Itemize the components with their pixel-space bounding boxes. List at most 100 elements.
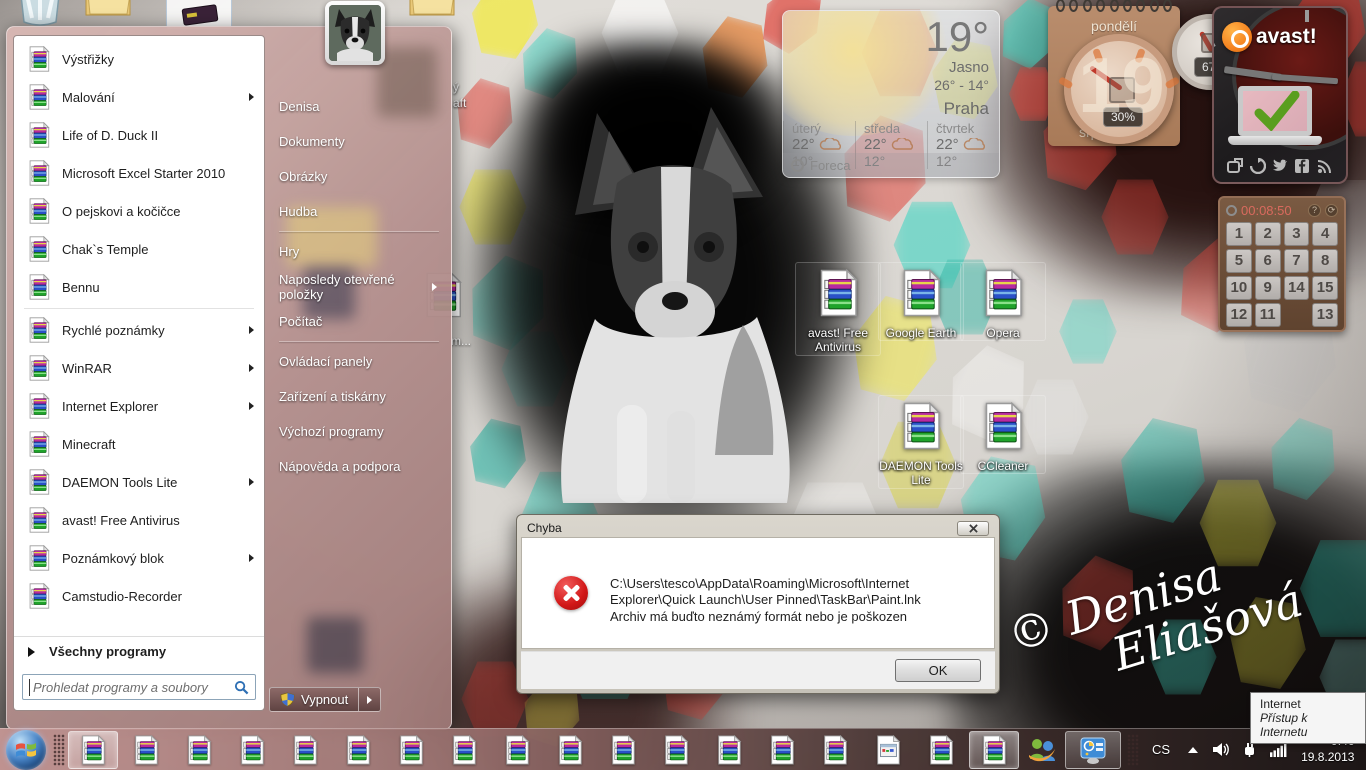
sync-icon[interactable]: [1249, 158, 1266, 174]
taskbar-button[interactable]: [492, 731, 542, 769]
twitter-icon[interactable]: [1272, 158, 1288, 174]
start-menu-item[interactable]: Výstřižky: [14, 40, 264, 78]
puzzle-timer: 00:08:50: [1241, 202, 1292, 218]
taskbar-button[interactable]: [386, 731, 436, 769]
puzzle-shuffle-button[interactable]: ⟳: [1325, 203, 1338, 217]
avast-gadget[interactable]: avast!: [1212, 6, 1348, 184]
taskbar-button[interactable]: [651, 731, 701, 769]
start-menu-item[interactable]: Camstudio-Recorder: [14, 577, 264, 615]
start-menu-item[interactable]: DAEMON Tools Lite: [14, 463, 264, 501]
start-menu-item[interactable]: Internet Explorer: [14, 387, 264, 425]
start-menu-place-item[interactable]: Zařízení a tiskárny: [265, 379, 453, 414]
taskbar-button[interactable]: [227, 731, 277, 769]
weather-city: Praha: [943, 99, 989, 118]
taskbar-button[interactable]: [280, 731, 330, 769]
desktop-icon-google-earth[interactable]: Google Earth: [878, 262, 964, 342]
book-icon: [181, 4, 219, 26]
taskbar-button[interactable]: [598, 731, 648, 769]
start-menu-item[interactable]: O pejskovi a kočičce: [14, 192, 264, 230]
desktop-icon-ccleaner[interactable]: CCleaner: [960, 395, 1046, 475]
folder-icon[interactable]: [408, 0, 456, 24]
all-programs-label: Všechny programy: [49, 644, 167, 659]
puzzle-tile[interactable]: 4: [1312, 222, 1338, 246]
taskbar-button[interactable]: [121, 731, 171, 769]
taskbar-button[interactable]: [174, 731, 224, 769]
start-menu-place-item[interactable]: Obrázky: [265, 159, 453, 194]
puzzle-help-button[interactable]: ?: [1308, 203, 1321, 217]
puzzle-tile[interactable]: 3: [1283, 222, 1310, 246]
start-menu-place-item[interactable]: Ovládací panely: [265, 344, 453, 379]
ok-button[interactable]: OK: [895, 659, 981, 682]
shutdown-options-button[interactable]: [359, 687, 382, 712]
start-menu-place-item[interactable]: Naposledy otevřené položky: [265, 269, 453, 304]
puzzle-tile[interactable]: 15: [1312, 276, 1338, 300]
desktop-icon-daemon-tools[interactable]: DAEMON Tools Lite: [878, 395, 964, 489]
forecast-day-name: úterý: [792, 121, 821, 136]
puzzle-tile[interactable]: 11: [1254, 303, 1281, 327]
start-button[interactable]: [6, 729, 46, 770]
desktop-gadgets-button[interactable]: [1065, 730, 1121, 769]
all-programs-button[interactable]: Všechny programy: [14, 636, 264, 666]
puzzle-tile[interactable]: 12: [1226, 303, 1252, 327]
folder-icon[interactable]: [84, 0, 132, 24]
puzzle-tile[interactable]: 8: [1312, 249, 1338, 273]
start-menu-item[interactable]: WinRAR: [14, 349, 264, 387]
start-menu-place-item[interactable]: Hry: [265, 234, 453, 269]
taskbar-button[interactable]: [757, 731, 807, 769]
start-menu-place-item[interactable]: Hudba: [265, 194, 453, 229]
taskbar-button[interactable]: [68, 730, 118, 769]
volume-button[interactable]: [1212, 741, 1229, 758]
show-hidden-icons-button[interactable]: [1188, 746, 1199, 753]
taskbar-button[interactable]: [969, 730, 1019, 769]
puzzle-tile[interactable]: 6: [1254, 249, 1281, 273]
puzzle-tile[interactable]: 13: [1312, 303, 1338, 327]
puzzle-tile[interactable]: 5: [1226, 249, 1252, 273]
hidden-icon-label-fragment: aft: [453, 96, 467, 110]
facebook-icon[interactable]: [1294, 158, 1310, 174]
weather-gadget[interactable]: 19° Jasno 26° - 14° Praha úterý 22° 10° …: [782, 10, 1000, 178]
taskbar-button[interactable]: [439, 731, 489, 769]
desktop-icon-avast[interactable]: avast! Free Antivirus: [795, 262, 881, 356]
puzzle-tile[interactable]: 1: [1226, 222, 1252, 246]
winrar-archive-icon: [814, 269, 862, 317]
start-menu-item[interactable]: Rychlé poznámky: [14, 311, 264, 349]
puzzle-tile[interactable]: 10: [1226, 276, 1252, 300]
puzzle-tile[interactable]: 7: [1283, 249, 1310, 273]
taskbar-button[interactable]: [863, 731, 913, 769]
dialog-titlebar[interactable]: Chyba: [521, 519, 995, 537]
puzzle-tile[interactable]: 14: [1283, 276, 1310, 300]
start-menu-item[interactable]: Poznámkový blok: [14, 539, 264, 577]
start-menu-place-item[interactable]: Denisa: [265, 89, 453, 124]
desktop-icon-opera[interactable]: Opera: [960, 262, 1046, 342]
start-menu-search[interactable]: [22, 674, 256, 700]
dialog-close-button[interactable]: [957, 520, 989, 536]
search-input[interactable]: [29, 678, 234, 696]
taskbar-button[interactable]: [810, 731, 860, 769]
start-menu-place-item[interactable]: Nápověda a podpora: [265, 449, 453, 484]
messenger-button[interactable]: [1022, 731, 1062, 769]
taskbar-button[interactable]: [545, 731, 595, 769]
user-avatar[interactable]: [325, 1, 385, 65]
recycle-bin-icon[interactable]: [12, 0, 68, 26]
puzzle-tile[interactable]: 2: [1254, 222, 1281, 246]
start-menu-place-item[interactable]: Počítač: [265, 304, 453, 339]
puzzle-gadget[interactable]: 00:08:50 ? ⟳ 1 2 3 4 5 6 7 8 10 9 14 15 …: [1218, 196, 1346, 332]
start-menu-item[interactable]: Bennu: [14, 268, 264, 306]
start-menu-item[interactable]: Chak`s Temple: [14, 230, 264, 268]
rss-signal-icon[interactable]: [1317, 158, 1333, 174]
start-menu-item[interactable]: Life of D. Duck II: [14, 116, 264, 154]
language-indicator[interactable]: CS: [1152, 742, 1170, 757]
puzzle-tile[interactable]: 9: [1254, 276, 1281, 300]
taskbar-button[interactable]: [916, 731, 966, 769]
start-menu-item[interactable]: Minecraft: [14, 425, 264, 463]
puzzle-tile[interactable]: [1284, 303, 1310, 327]
shutdown-button[interactable]: Vypnout: [269, 687, 360, 712]
browser-window-icon[interactable]: [1227, 158, 1244, 174]
start-menu-item[interactable]: Malování: [14, 78, 264, 116]
start-menu-place-item[interactable]: Výchozí programy: [265, 414, 453, 449]
start-menu-item[interactable]: avast! Free Antivirus: [14, 501, 264, 539]
start-menu-place-item[interactable]: Dokumenty: [265, 124, 453, 159]
taskbar-button[interactable]: [333, 731, 383, 769]
taskbar-button[interactable]: [704, 731, 754, 769]
start-menu-item[interactable]: Microsoft Excel Starter 2010: [14, 154, 264, 192]
